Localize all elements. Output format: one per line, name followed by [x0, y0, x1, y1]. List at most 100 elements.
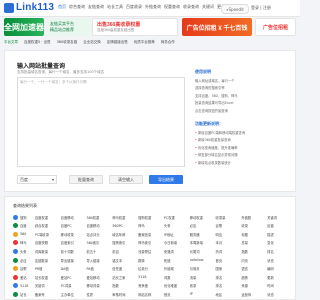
row-cell-link[interactable]: 来路词	[164, 249, 190, 254]
row-cell-link[interactable]: nofollow	[190, 258, 216, 262]
row-cell-link[interactable]: 友链数量	[35, 258, 61, 263]
row-cell-link[interactable]: 谷歌	[216, 223, 242, 228]
row-cell-link[interactable]: 360索引	[86, 240, 112, 245]
row-cell-link[interactable]: 移动收录	[61, 232, 87, 237]
row-cell-link[interactable]: DA值	[61, 266, 87, 271]
row-engine-name[interactable]: 站长	[13, 291, 35, 297]
row-cell-link[interactable]: 词数	[164, 275, 190, 280]
search-button[interactable]: ⌕ Speedit	[221, 4, 249, 14]
row-cell-link[interactable]: IP	[190, 292, 216, 296]
row-cell-link[interactable]: 标题	[241, 232, 267, 237]
row-cell-link[interactable]: PA值	[86, 266, 112, 271]
row-cell-link[interactable]: 备案号	[35, 292, 61, 297]
strip-link[interactable]: 企业站交换	[83, 40, 101, 45]
row-cell-link[interactable]: 今日新增	[164, 240, 190, 245]
row-cell-link[interactable]: 神马索引	[138, 240, 164, 245]
row-cell-link[interactable]: 长尾词	[190, 249, 216, 254]
clear-button[interactable]: 清空输入	[109, 175, 143, 184]
row-engine-name[interactable]: 搜狗	[13, 214, 35, 220]
strip-link[interactable]: 友情链接出售	[107, 40, 128, 45]
row-cell-link[interactable]: 状态	[267, 258, 293, 263]
row-cell-link[interactable]: 本月	[216, 240, 242, 245]
row-cell-link[interactable]: 时间	[267, 283, 293, 288]
row-cell-link[interactable]: 趋势	[241, 275, 267, 280]
nav-item[interactable]: 关键词	[202, 4, 214, 10]
banner-ad[interactable]: 广告位招租 ¥ 千七百钱	[182, 18, 252, 36]
row-cell-link[interactable]: 域名年龄	[112, 232, 138, 237]
nav-item[interactable]: 权重查询	[164, 4, 180, 10]
row-engine-name[interactable]: 百度	[13, 223, 35, 229]
row-cell-link[interactable]: 关键词	[35, 283, 61, 288]
row-cell-link[interactable]: 站点评分	[86, 232, 112, 237]
row-cell-link[interactable]: 搜狗权重	[138, 215, 164, 220]
row-cell-link[interactable]: 流量预估	[138, 249, 164, 254]
row-cell-link[interactable]: 指数	[112, 283, 138, 288]
row-cell-link[interactable]: 5118	[138, 275, 164, 279]
export-button[interactable]: 导出结果	[149, 175, 183, 184]
row-cell-link[interactable]: PR值	[35, 266, 61, 271]
row-cell-link[interactable]: 移动权重	[190, 215, 216, 220]
row-cell-link[interactable]: 360权重	[86, 215, 112, 220]
banner-link-market[interactable]: 友链买卖平台 精品站点推荐	[47, 18, 92, 36]
row-engine-name[interactable]: 谷歌	[13, 266, 35, 272]
row-engine-name[interactable]: 必应	[13, 257, 35, 263]
row-cell-link[interactable]: 外链域	[164, 266, 190, 271]
row-cell-link[interactable]: 变化	[267, 240, 293, 245]
row-cell-link[interactable]: 综合权重	[35, 223, 61, 228]
row-cell-link[interactable]: 国家	[216, 266, 242, 271]
nav-item[interactable]: 综合查询	[69, 4, 85, 10]
nav-item[interactable]: 外链查询	[145, 4, 161, 10]
row-cell-link[interactable]: 收录量	[216, 215, 242, 220]
row-cell-link[interactable]: 优化难度	[164, 283, 190, 288]
row-engine-name[interactable]: 5118	[13, 283, 35, 289]
row-cell-link[interactable]: 地区	[216, 292, 242, 297]
row-cell-link[interactable]: 头条	[164, 223, 190, 228]
banner-ad-small[interactable]: 广告位招租	[255, 18, 296, 36]
strip-link[interactable]: 商务合作	[161, 40, 175, 45]
row-cell-link[interactable]: 百度移动	[86, 223, 112, 228]
row-cell-link[interactable]: 神马	[138, 223, 164, 228]
row-cell-link[interactable]: 响应	[216, 232, 242, 237]
login-link[interactable]: 登录 | 注册	[251, 5, 271, 11]
nav-item[interactable]: 收录查询	[183, 4, 199, 10]
row-cell-link[interactable]: 收录	[241, 223, 267, 228]
row-cell-link[interactable]: 排名	[216, 283, 242, 288]
row-cell-link[interactable]: 语言	[241, 266, 267, 271]
row-cell-link[interactable]: 排名	[216, 275, 242, 280]
row-cell-link[interactable]: 服务器	[190, 232, 216, 237]
row-cell-link[interactable]: 编码	[267, 266, 293, 271]
row-cell-link[interactable]: 审核时间	[112, 292, 138, 297]
row-cell-link[interactable]: 导入链接	[86, 258, 112, 263]
row-cell-link[interactable]: 指数	[241, 249, 267, 254]
row-cell-link[interactable]: 搜狗索引	[112, 240, 138, 245]
row-cell-link[interactable]: 死链	[164, 258, 190, 263]
row-cell-link[interactable]: 垃圾分	[138, 266, 164, 271]
strip-link[interactable]: 360收录友链	[57, 40, 78, 45]
domains-textarea[interactable]: 每行一个，一行一个域名；多个以换行分隔	[17, 77, 185, 167]
row-cell-link[interactable]: 锚文本	[112, 258, 138, 263]
row-cell-link[interactable]: 描述	[267, 232, 293, 237]
row-cell-link[interactable]: 收录	[190, 283, 216, 288]
row-cell-link[interactable]: 状态	[267, 292, 293, 297]
row-cell-link[interactable]: 运营商	[241, 292, 267, 297]
strip-link[interactable]: 优质平台推荐	[134, 40, 155, 45]
query-button[interactable]: 批量查询	[69, 175, 103, 184]
row-engine-name[interactable]: 头条	[13, 248, 35, 254]
row-cell-link[interactable]: 外链数	[241, 215, 267, 220]
row-cell-link[interactable]: 词库数量	[35, 249, 61, 254]
banner-accelerator[interactable]: 全网加速器	[4, 18, 44, 36]
nav-item[interactable]: 站长工具	[107, 4, 123, 10]
row-cell-link[interactable]: 竞争度	[138, 283, 164, 288]
row-cell-link[interactable]: 神马权重	[112, 215, 138, 220]
row-cell-link[interactable]: 百度权重	[35, 215, 61, 220]
row-cell-link[interactable]: 来源	[241, 283, 267, 288]
row-cell-link[interactable]: 主办单位	[61, 292, 87, 297]
row-cell-link[interactable]: 备案信息	[138, 232, 164, 237]
row-cell-link[interactable]: 必应	[190, 223, 216, 228]
row-cell-link[interactable]: 关键词	[267, 215, 293, 220]
row-cell-link[interactable]: 爱站移动	[86, 275, 112, 280]
row-cell-link[interactable]: 本周新增	[190, 240, 216, 245]
row-cell-link[interactable]: 移动词量	[86, 283, 112, 288]
strip-link[interactable]: 平台文章	[4, 40, 18, 45]
row-cell-link[interactable]: 热词	[216, 249, 242, 254]
